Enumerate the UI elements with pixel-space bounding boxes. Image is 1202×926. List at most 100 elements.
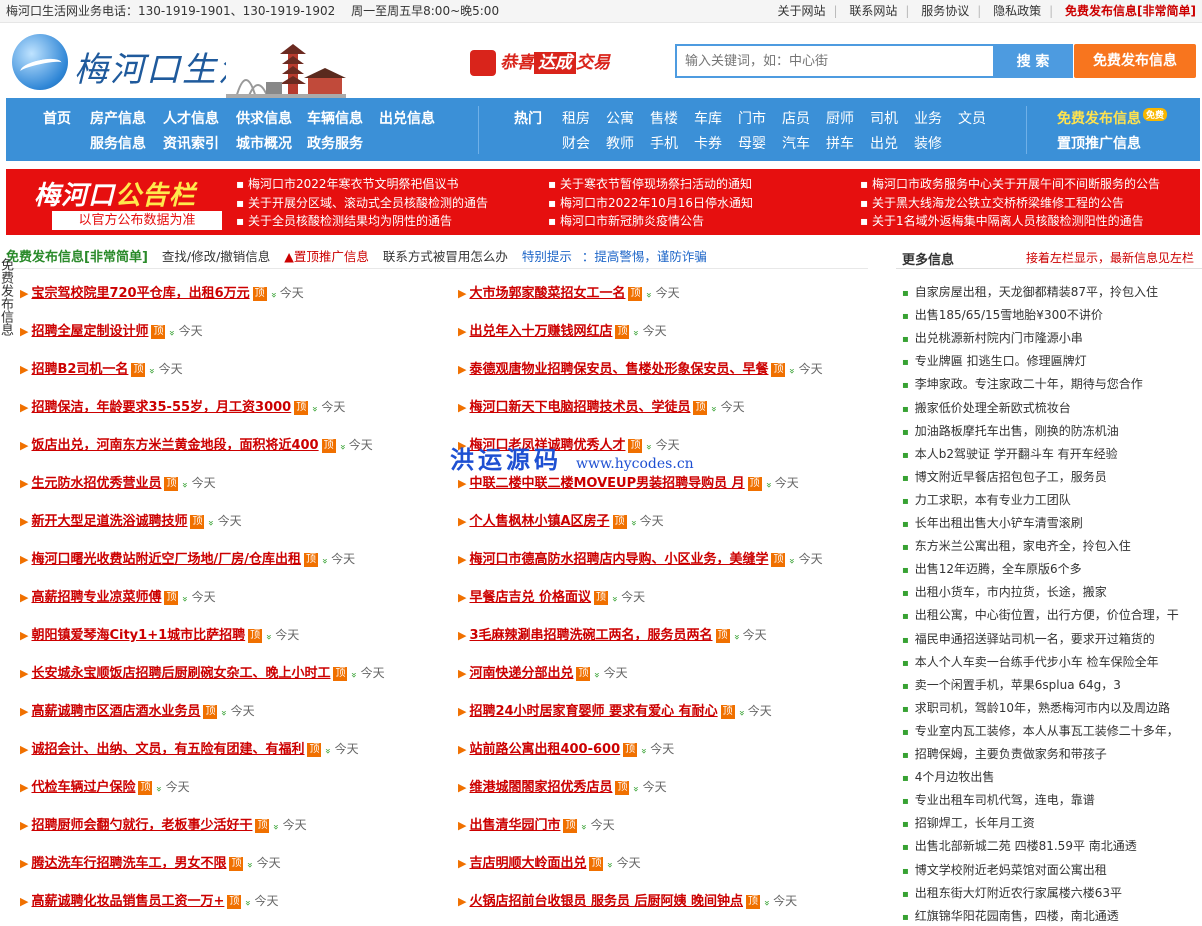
more-info-item[interactable]: 4个月边牧出售 <box>902 769 1200 787</box>
hot-link[interactable]: 租房 <box>562 108 590 128</box>
listing-title[interactable]: 出售清华园门市 <box>469 818 560 833</box>
listing-item[interactable]: ▶ 高薪诚聘市区酒店酒水业务员顶 »今天 <box>20 701 255 721</box>
hot-link[interactable]: 出兑 <box>870 133 898 153</box>
hot-link[interactable]: 拼车 <box>826 133 854 153</box>
subbar-top-promo[interactable]: ▲置顶推广信息 <box>284 249 369 264</box>
listing-title[interactable]: 高薪诚聘市区酒店酒水业务员 <box>31 704 200 719</box>
listing-title[interactable]: 泰德观唐物业招聘保安员、售楼处形象保安员、早餐 <box>469 362 768 377</box>
more-info-item[interactable]: 李坤家政。专注家政二十年，期待与您合作 <box>902 376 1200 394</box>
subbar-contact-abuse[interactable]: 联系方式被冒用怎么办 <box>383 249 508 264</box>
listing-title[interactable]: 梅河口曙光收费站附近空厂场地/厂房/仓库出租 <box>31 552 301 567</box>
listing-title[interactable]: 招聘厨师会翻勺就行，老板事少活好干 <box>31 818 252 833</box>
notice-link[interactable]: 梅河口市政务服务中心关于开展午间不间断服务的公告 <box>860 175 1160 194</box>
notice-link[interactable]: 梅河口市新冠肺炎疫情公告 <box>548 212 753 231</box>
nav-supply[interactable]: 供求信息 <box>236 108 292 128</box>
listing-item[interactable]: ▶ 代检车辆过户保险顶 »今天 <box>20 777 190 797</box>
hot-link[interactable]: 装修 <box>914 133 942 153</box>
hot-link[interactable]: 业务 <box>914 108 942 128</box>
hot-link[interactable]: 车库 <box>694 108 722 128</box>
hot-link[interactable]: 教师 <box>606 133 634 153</box>
nav-services[interactable]: 服务信息 <box>90 133 146 153</box>
more-info-item[interactable]: 专业牌匾 扣逃生口。修理匾牌灯 <box>902 353 1200 371</box>
listing-title[interactable]: 梅河口市德高防水招聘店内导购、小区业务，美缝学 <box>469 552 768 567</box>
listing-title[interactable]: 长安城永宝顺饭店招聘后厨刷碗女杂工、晚上小时工 <box>31 666 330 681</box>
listing-item[interactable]: ▶ 招聘厨师会翻勺就行，老板事少活好干顶 »今天 <box>20 815 307 835</box>
listing-item[interactable]: ▶ 宝宗驾校院里720平仓库，出租6万元顶 »今天 <box>20 283 304 303</box>
top-link-privacy[interactable]: 隐私政策 <box>993 4 1041 18</box>
listing-item[interactable]: ▶ 出售清华园门市顶 »今天 <box>458 815 615 835</box>
more-info-item[interactable]: 本人b2驾驶证 学开翻斗车 有开车经验 <box>902 446 1200 464</box>
listing-item[interactable]: ▶ 3毛麻辣涮串招聘洗碗工两名，服务员两名顶 »今天 <box>458 625 767 645</box>
listing-title[interactable]: 吉店明顺大岭面出兑 <box>469 856 586 871</box>
listing-title[interactable]: 腾达洗车行招聘洗车工，男女不限 <box>31 856 226 871</box>
listing-item[interactable]: ▶ 高薪招聘专业凉菜师傅顶 »今天 <box>20 587 216 607</box>
listing-title[interactable]: 河南快递分部出兑 <box>469 666 573 681</box>
notice-link[interactable]: 关于1名域外返梅集中隔离人员核酸检测阳性的通告 <box>860 212 1160 231</box>
listing-title[interactable]: 火锅店招前台收银员 服务员 后厨阿姨 晚间钟点 <box>469 894 743 909</box>
more-info-item[interactable]: 出租东街大灯附近农行家属楼六楼63平 <box>902 885 1200 903</box>
nav-jobs[interactable]: 人才信息 <box>163 108 219 128</box>
side-free-publish-deco[interactable]: 免费发布信息 <box>0 258 14 428</box>
listing-item[interactable]: ▶ 维港城閤閤家招优秀店员顶 »今天 <box>458 777 667 797</box>
listing-item[interactable]: ▶ 新开大型足道洗浴诚聘技师顶 »今天 <box>20 511 242 531</box>
more-info-item[interactable]: 福民申通招送驿站司机一名，要求开过箱货的 <box>902 631 1200 649</box>
listing-title[interactable]: 3毛麻辣涮串招聘洗碗工两名，服务员两名 <box>469 628 712 643</box>
hot-link[interactable]: 卡券 <box>694 133 722 153</box>
more-info-item[interactable]: 出售185/65/15雪地胎¥300不讲价 <box>902 307 1200 325</box>
listing-item[interactable]: ▶ 梅河口新天下电脑招聘技术员、学徒员顶 »今天 <box>458 397 745 417</box>
listing-item[interactable]: ▶ 泰德观唐物业招聘保安员、售楼处形象保安员、早餐顶 »今天 <box>458 359 823 379</box>
search-button[interactable]: 搜 索 <box>993 44 1073 78</box>
listing-item[interactable]: ▶ 梅河口曙光收费站附近空厂场地/厂房/仓库出租顶 »今天 <box>20 549 355 569</box>
hot-link[interactable]: 门市 <box>738 108 766 128</box>
more-info-item[interactable]: 自家房屋出租，天龙御都精装87平，拎包入住 <box>902 284 1200 302</box>
more-info-item[interactable]: 本人个人车卖一台练手代步小车 检车保险全年 <box>902 654 1200 672</box>
nav-transfer[interactable]: 出兑信息 <box>379 108 435 128</box>
listing-item[interactable]: ▶ 诚招会计、出纳、文员，有五险有团建、有福利顶 »今天 <box>20 739 359 759</box>
more-info-item[interactable]: 出兑桃源新村院内门市隆源小串 <box>902 330 1200 348</box>
hot-link[interactable]: 售楼 <box>650 108 678 128</box>
listing-item[interactable]: ▶ 招聘24小时居家育婴师 要求有爱心 有耐心顶 »今天 <box>458 701 772 721</box>
more-info-item[interactable]: 专业室内瓦工装修，本人从事瓦工装修二十多年， <box>902 723 1200 741</box>
listing-title[interactable]: 朝阳镇爱琴海City1+1城市比萨招聘 <box>31 628 245 643</box>
listing-title[interactable]: 维港城閤閤家招优秀店员 <box>469 780 612 795</box>
listing-title[interactable]: 高薪招聘专业凉菜师傅 <box>31 590 161 605</box>
search-input[interactable] <box>675 44 995 78</box>
nav-free-publish[interactable]: 免费发布信息 免费 <box>1057 108 1168 128</box>
listing-item[interactable]: ▶ 高薪诚聘化妆品销售员工资一万+ 顶 »今天 <box>20 891 279 911</box>
more-info-item[interactable]: 出租公寓，中心街位置，出行方便，价位合理，干 <box>902 607 1200 625</box>
listing-title[interactable]: 诚招会计、出纳、文员，有五险有团建、有福利 <box>31 742 304 757</box>
listing-title[interactable]: 中联二楼中联二楼MOVEUP男装招聘导购员 月 <box>469 476 744 491</box>
hot-link[interactable]: 母婴 <box>738 133 766 153</box>
listing-item[interactable]: ▶ 中联二楼中联二楼MOVEUP男装招聘导购员 月顶 »今天 <box>458 473 799 493</box>
listing-title[interactable]: 站前路公寓出租400-600 <box>469 742 620 757</box>
listing-title[interactable]: 宝宗驾校院里720平仓库，出租6万元 <box>31 286 249 301</box>
more-info-item[interactable]: 博文学校附近老妈菜馆对面公寓出租 <box>902 862 1200 880</box>
listing-item[interactable]: ▶ 个人售枫林小镇A区房子顶 »今天 <box>458 511 664 531</box>
listing-item[interactable]: ▶ 腾达洗车行招聘洗车工，男女不限顶 »今天 <box>20 853 281 873</box>
listing-title[interactable]: 新开大型足道洗浴诚聘技师 <box>31 514 187 529</box>
subbar-free-publish[interactable]: 免费发布信息[非常简单] <box>6 250 148 265</box>
listing-title[interactable]: 招聘B2司机一名 <box>31 362 128 377</box>
listing-title[interactable]: 出兑年入十万赚钱网红店 <box>469 324 612 339</box>
top-link-contact[interactable]: 联系网站 <box>849 4 897 18</box>
more-info-item[interactable]: 红旗锦华阳花园南售，四楼，南北通透 <box>902 908 1200 926</box>
more-info-item[interactable]: 求职司机，驾龄10年，熟悉梅河市内以及周边路 <box>902 700 1200 718</box>
hot-link[interactable]: 汽车 <box>782 133 810 153</box>
listing-item[interactable]: ▶ 站前路公寓出租400-600 顶 »今天 <box>458 739 674 759</box>
listing-item[interactable]: ▶ 出兑年入十万赚钱网红店顶 »今天 <box>458 321 667 341</box>
hot-link[interactable]: 手机 <box>650 133 678 153</box>
hot-link[interactable]: 财会 <box>562 133 590 153</box>
listing-item[interactable]: ▶ 吉店明顺大岭面出兑顶 »今天 <box>458 853 641 873</box>
listing-title[interactable]: 生元防水招优秀营业员 <box>31 476 161 491</box>
listing-item[interactable]: ▶ 饭店出兑，河南东方米兰黄金地段，面积将近400 顶 »今天 <box>20 435 373 455</box>
notice-link[interactable]: 梅河口市2022年寒衣节文明祭祀倡议书 <box>236 175 488 194</box>
listing-title[interactable]: 大市场郭家酸菜招女工一名 <box>469 286 625 301</box>
top-link-agreement[interactable]: 服务协议 <box>921 4 969 18</box>
listing-item[interactable]: ▶ 招聘全屋定制设计师顶 »今天 <box>20 321 203 341</box>
listing-title[interactable]: 招聘24小时居家育婴师 要求有爱心 有耐心 <box>469 704 717 719</box>
listing-title[interactable]: 招聘保洁，年龄要求35-55岁，月工资3000 <box>31 400 291 415</box>
listing-item[interactable]: ▶ 大市场郭家酸菜招女工一名顶 »今天 <box>458 283 680 303</box>
more-info-item[interactable]: 专业出租车司机代驾，连电，靠谱 <box>902 792 1200 810</box>
listing-item[interactable]: ▶ 梅河口市德高防水招聘店内导购、小区业务，美缝学顶 »今天 <box>458 549 823 569</box>
nav-city-overview[interactable]: 城市概况 <box>236 133 292 153</box>
